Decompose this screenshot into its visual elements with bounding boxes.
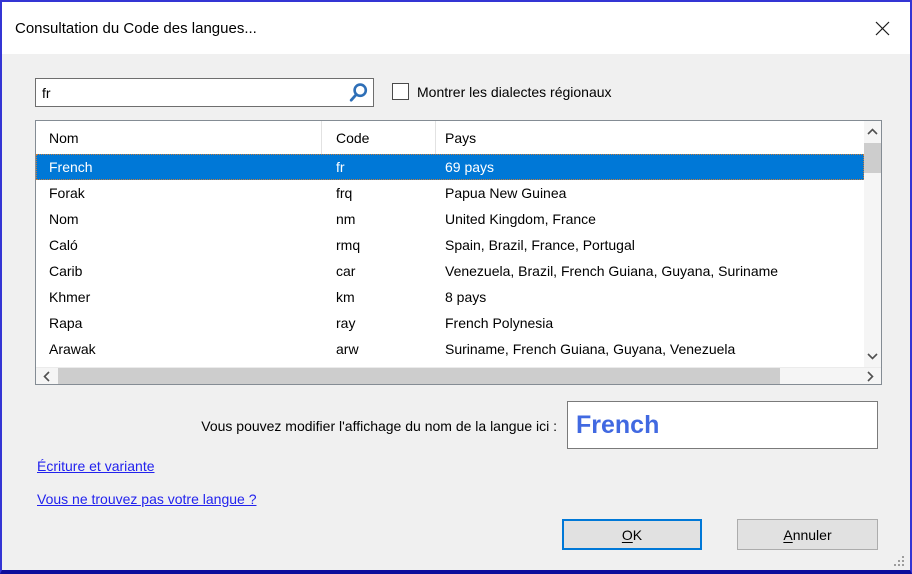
language-name-input[interactable] bbox=[568, 402, 877, 448]
cell-nom: Caló bbox=[36, 232, 322, 258]
cell-nom: French bbox=[36, 154, 322, 180]
table-header: Nom Code Pays bbox=[36, 121, 864, 154]
dialog-title: Consultation du Code des langues... bbox=[15, 2, 257, 54]
table-row[interactable]: Frenchfr69 pays bbox=[36, 154, 864, 180]
cell-pays: French Polynesia bbox=[436, 310, 864, 336]
horizontal-scrollbar-thumb[interactable] bbox=[58, 368, 780, 384]
table-row[interactable]: CalórmqSpain, Brazil, France, Portugal bbox=[36, 232, 864, 258]
cell-pays: Spain, Brazil, France, Portugal bbox=[436, 232, 864, 258]
cell-code: ray bbox=[322, 310, 436, 336]
ok-button[interactable]: OK bbox=[562, 519, 702, 550]
cell-nom: Forak bbox=[36, 180, 322, 206]
scroll-left-icon[interactable] bbox=[38, 368, 55, 384]
table-row[interactable]: Khmerkm8 pays bbox=[36, 284, 864, 310]
search-input[interactable] bbox=[36, 79, 373, 106]
cell-nom: Nom bbox=[36, 206, 322, 232]
language-code-dialog: Consultation du Code des langues... Mont… bbox=[0, 0, 912, 574]
resize-grip-icon[interactable] bbox=[892, 554, 905, 567]
cell-nom: Khmer bbox=[36, 284, 322, 310]
column-header-pays[interactable]: Pays bbox=[436, 121, 864, 154]
cell-code: frq bbox=[322, 180, 436, 206]
close-icon[interactable] bbox=[866, 13, 898, 43]
vertical-scrollbar-thumb[interactable] bbox=[864, 143, 881, 173]
table-row[interactable]: NomnmUnited Kingdom, France bbox=[36, 206, 864, 232]
show-regional-dialects-checkbox[interactable] bbox=[392, 83, 409, 100]
cell-pays: Papua New Guinea bbox=[436, 180, 864, 206]
cell-code: car bbox=[322, 258, 436, 284]
search-box bbox=[35, 78, 374, 107]
name-editor-box bbox=[567, 401, 878, 449]
cell-pays: Venezuela, Brazil, French Guiana, Guyana… bbox=[436, 258, 864, 284]
cell-pays: Suriname, French Guiana, Guyana, Venezue… bbox=[436, 336, 864, 362]
column-header-nom[interactable]: Nom bbox=[36, 121, 322, 154]
cannot-find-language-link[interactable]: Vous ne trouvez pas votre langue ? bbox=[37, 491, 256, 507]
modify-name-label: Vous pouvez modifier l'affichage du nom … bbox=[35, 418, 557, 434]
titlebar: Consultation du Code des langues... bbox=[2, 2, 910, 54]
table-row[interactable]: ForakfrqPapua New Guinea bbox=[36, 180, 864, 206]
cell-pays: 69 pays bbox=[436, 154, 864, 180]
cancel-button[interactable]: Annuler bbox=[737, 519, 878, 550]
cell-code: rmq bbox=[322, 232, 436, 258]
horizontal-scrollbar[interactable] bbox=[36, 367, 881, 384]
cell-pays: 8 pays bbox=[436, 284, 864, 310]
table-row[interactable]: CaribcarVenezuela, Brazil, French Guiana… bbox=[36, 258, 864, 284]
cell-code: arw bbox=[322, 336, 436, 362]
language-table: Nom Code Pays Frenchfr69 paysForakfrqPap… bbox=[35, 120, 882, 385]
scroll-up-icon[interactable] bbox=[864, 123, 881, 140]
show-regional-dialects-label: Montrer les dialectes régionaux bbox=[417, 84, 612, 100]
close-x-glyph bbox=[875, 21, 890, 36]
cell-code: km bbox=[322, 284, 436, 310]
table-body: Frenchfr69 paysForakfrqPapua New GuineaN… bbox=[36, 154, 864, 362]
cell-nom: Carib bbox=[36, 258, 322, 284]
column-header-code[interactable]: Code bbox=[322, 121, 436, 154]
cell-nom: Arawak bbox=[36, 336, 322, 362]
cell-code: nm bbox=[322, 206, 436, 232]
language-list-area: Nom Code Pays Frenchfr69 paysForakfrqPap… bbox=[36, 121, 864, 367]
table-row[interactable]: RaparayFrench Polynesia bbox=[36, 310, 864, 336]
cell-pays: United Kingdom, France bbox=[436, 206, 864, 232]
scroll-right-icon[interactable] bbox=[862, 368, 879, 384]
cell-nom: Rapa bbox=[36, 310, 322, 336]
vertical-scrollbar[interactable] bbox=[864, 121, 881, 367]
table-row[interactable]: ArawakarwSuriname, French Guiana, Guyana… bbox=[36, 336, 864, 362]
scroll-down-icon[interactable] bbox=[864, 348, 881, 365]
cell-code: fr bbox=[322, 154, 436, 180]
script-variant-link[interactable]: Écriture et variante bbox=[37, 458, 155, 474]
